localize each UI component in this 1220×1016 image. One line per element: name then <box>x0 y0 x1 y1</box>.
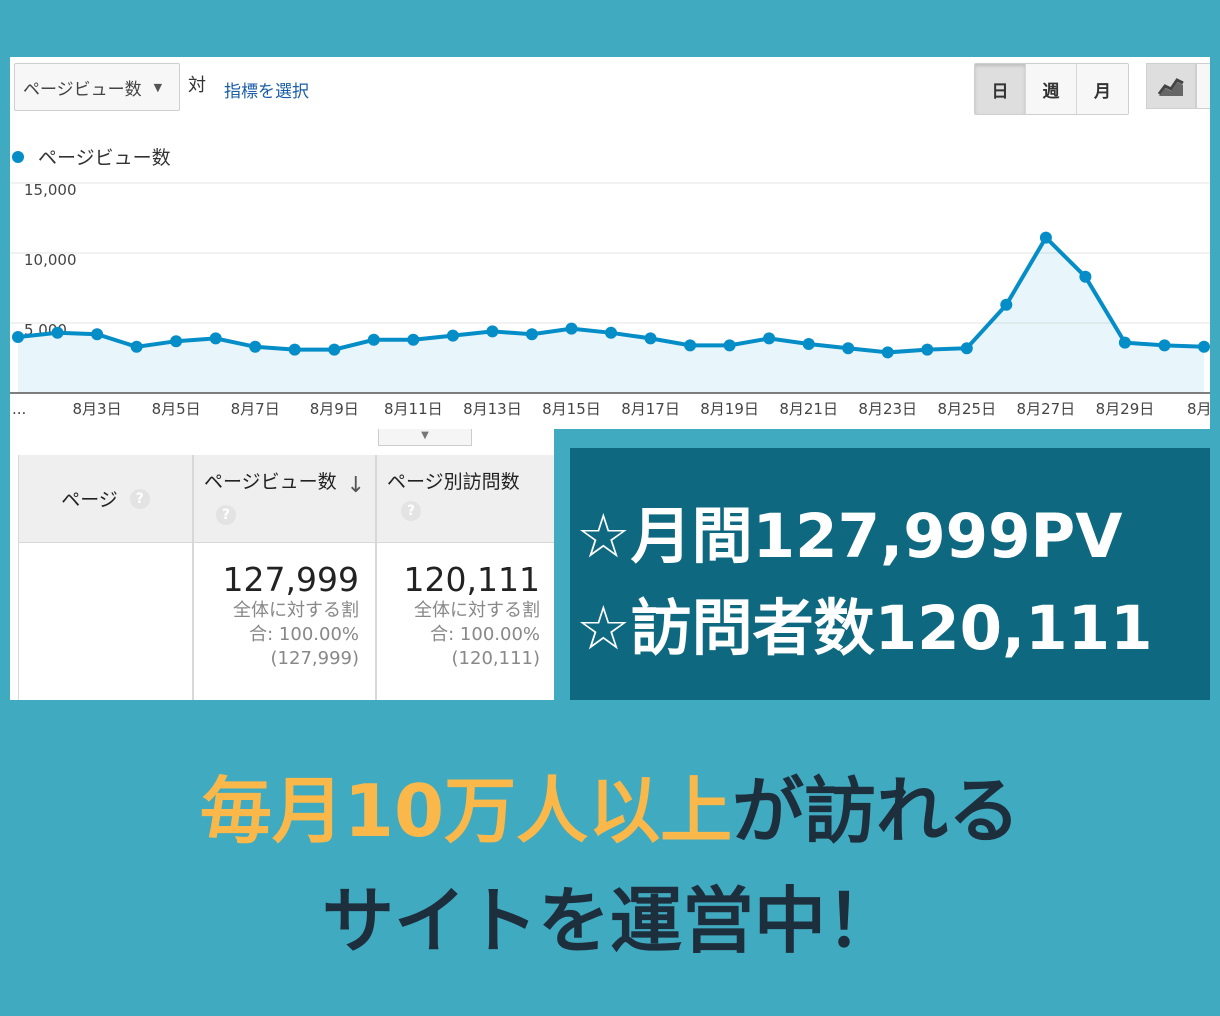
x-tick-label: 8月3 <box>1187 400 1210 418</box>
headline-line2: サイトを運営中！ <box>321 879 898 963</box>
y-tick-label: 10,000 <box>24 251 77 269</box>
headline-line1: 毎月10万人以上が訪れる <box>0 752 1220 857</box>
data-point[interactable] <box>1158 339 1171 352</box>
column-header-page[interactable]: ページ ? <box>19 455 192 543</box>
data-point[interactable] <box>684 339 697 352</box>
column-header-label: ページ <box>61 489 118 511</box>
unique-note: 全体に対する割 <box>414 600 540 621</box>
help-icon[interactable]: ? <box>216 505 236 525</box>
data-point[interactable] <box>802 338 815 350</box>
x-tick-label: 8月13日 <box>463 400 522 418</box>
x-tick-label: 8月9日 <box>310 400 359 418</box>
help-icon[interactable]: ? <box>129 488 150 509</box>
column-pageviews: ページビュー数 ↓ ? 127,999 全体に対する割 合: 100.00% (… <box>193 455 376 700</box>
data-point[interactable] <box>644 332 657 345</box>
data-point[interactable] <box>565 322 578 335</box>
data-point[interactable] <box>91 328 104 341</box>
pageviews-total: 127,999 <box>222 560 359 599</box>
data-point[interactable] <box>842 342 855 355</box>
data-point[interactable] <box>525 328 538 341</box>
data-point[interactable] <box>288 343 301 356</box>
pageviews-note: 全体に対する割 <box>233 600 359 621</box>
collapse-toggle-icon[interactable]: ▼ <box>378 429 472 446</box>
data-point[interactable] <box>209 332 222 345</box>
data-point[interactable] <box>605 326 617 339</box>
x-tick-label: 8月15日 <box>542 400 601 418</box>
data-point[interactable] <box>446 329 459 342</box>
pageviews-total-sub: (127,999) <box>270 648 359 669</box>
data-point[interactable] <box>1039 231 1052 244</box>
y-tick-label: 15,000 <box>24 181 77 199</box>
visitors-stat: ☆訪問者数120,111 <box>576 593 1153 664</box>
x-tick-label: 8月25日 <box>937 400 996 418</box>
column-unique-pageviews: ページ別訪問数 ? 120,111 全体に対する割 合: 100.00% (12… <box>376 455 554 700</box>
x-tick-label: 8月27日 <box>1017 400 1076 418</box>
data-point[interactable] <box>51 326 64 339</box>
help-icon[interactable]: ? <box>401 501 421 521</box>
series-area <box>18 237 1204 393</box>
pageviews-chart: 15,00010,0005,000 ... 8月3日 8月5日 8月7日 8月9日 8月1… <box>10 181 1210 418</box>
x-tick-label: 8月3日 <box>73 400 122 418</box>
data-point[interactable] <box>763 332 776 345</box>
monthly-pv-stat: ☆月間127,999PV <box>576 501 1123 572</box>
x-tick-label: 8月17日 <box>621 400 680 418</box>
x-tick-label: 8月5日 <box>152 400 201 418</box>
sort-arrow-icon[interactable]: ↓ <box>347 473 365 498</box>
column-page: ページ ? <box>18 455 193 700</box>
data-point[interactable] <box>407 333 420 346</box>
pageviews-percent: 合: 100.00% <box>249 624 359 645</box>
x-tick-label: 8月29日 <box>1096 400 1155 418</box>
data-point[interactable] <box>249 340 262 353</box>
x-tick-label: 8月7日 <box>231 400 280 418</box>
x-tick-label: 8月23日 <box>858 400 917 418</box>
data-point[interactable] <box>170 335 183 348</box>
unique-percent: 合: 100.00% <box>430 624 540 645</box>
data-table-panel: ▼ ページ ? ページビュー数 ↓ ? 127,999 全体に対する割 合: 1… <box>10 429 554 700</box>
column-header-label: ページ別訪問数 <box>387 471 520 493</box>
column-header-unique[interactable]: ページ別訪問数 ? <box>377 455 554 543</box>
data-point[interactable] <box>921 343 934 356</box>
x-tick-label: 8月21日 <box>779 400 838 418</box>
x-tick-label: 8月11日 <box>384 400 443 418</box>
unique-total: 120,111 <box>403 560 540 599</box>
analytics-panel: ページビュー数 ▼ 対 指標を選択 日 週 月 ページビュー数 15,000 10… <box>10 57 1210 429</box>
data-point[interactable] <box>1198 340 1210 353</box>
x-tick-label: 8月19日 <box>700 400 759 418</box>
column-header-pageviews[interactable]: ページビュー数 ↓ ? <box>194 455 375 543</box>
headline-highlight: 毎月10万人以上 <box>199 769 733 853</box>
data-point[interactable] <box>881 346 894 359</box>
data-point[interactable] <box>367 333 380 346</box>
data-table: ページ ? ページビュー数 ↓ ? 127,999 全体に対する割 合: 100… <box>18 455 554 700</box>
column-header-label: ページビュー数 <box>204 471 337 493</box>
data-point[interactable] <box>1079 270 1092 283</box>
data-point[interactable] <box>960 342 973 355</box>
data-point[interactable] <box>486 325 499 338</box>
unique-total-sub: (120,111) <box>451 648 540 669</box>
data-point[interactable] <box>130 340 143 353</box>
data-point[interactable] <box>328 343 341 356</box>
summary-box: ☆月間127,999PV ☆訪問者数120,111 <box>570 448 1210 700</box>
data-point[interactable] <box>1000 298 1013 311</box>
data-point[interactable] <box>1118 336 1131 349</box>
headline-rest: が訪れる <box>732 769 1021 853</box>
x-tick-label: ... <box>12 400 26 418</box>
data-point[interactable] <box>12 331 24 343</box>
data-point[interactable] <box>723 339 736 352</box>
